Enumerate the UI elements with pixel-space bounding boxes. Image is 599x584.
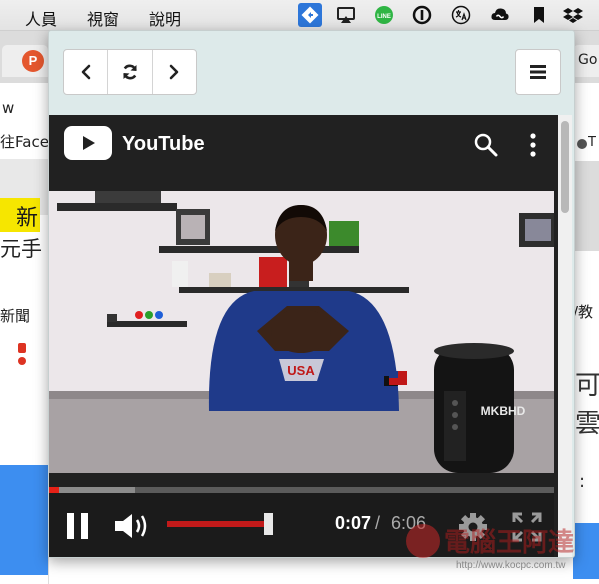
youtube-logo[interactable] xyxy=(64,126,112,160)
pixnet-icon: P xyxy=(22,50,44,72)
refresh-icon xyxy=(123,64,137,80)
watermark-brand: 電腦王阿達 xyxy=(444,528,575,558)
volume-icon xyxy=(115,514,147,538)
site-watermark: 電腦王阿達 http://www.kocpc.com.tw xyxy=(400,516,599,584)
bg-text-edu: /教 xyxy=(573,303,594,321)
popup-scrollbar[interactable] xyxy=(558,115,572,557)
airplay-icon[interactable] xyxy=(334,3,358,27)
shirt-text: USA xyxy=(287,363,315,378)
bg-right-banner xyxy=(573,161,599,251)
volume-level xyxy=(167,521,268,527)
background-tab[interactable]: P xyxy=(2,45,48,77)
menu-people[interactable]: 人員 xyxy=(25,6,57,30)
nav-button-group xyxy=(63,49,197,95)
youtube-title: YouTube xyxy=(122,133,205,155)
more-options-button[interactable] xyxy=(523,131,543,159)
bg-text-yun: 雲 xyxy=(575,409,599,439)
video-frame[interactable]: USA MKBHD xyxy=(49,191,554,473)
play-logo-icon xyxy=(83,136,95,150)
menu-window[interactable]: 視窗 xyxy=(87,6,119,30)
search-icon xyxy=(474,133,498,157)
channel-watermark: MKBHD xyxy=(481,404,526,418)
bg-text-news1: 新 xyxy=(16,206,39,231)
video-scene: USA MKBHD xyxy=(49,191,554,473)
more-vert-icon xyxy=(530,133,536,157)
menu-bar: 人員 視窗 說明 LINE xyxy=(0,0,599,31)
scrollbar-thumb[interactable] xyxy=(561,121,569,213)
bg-red-marks xyxy=(18,343,28,373)
watermark-url: http://www.kocpc.com.tw xyxy=(456,560,566,571)
bg-blue-block xyxy=(0,465,48,575)
background-page-right: T /教 可 雲 : xyxy=(573,83,599,584)
current-time: 0:07 xyxy=(335,513,372,533)
bookmark-icon[interactable] xyxy=(527,3,551,27)
bg-text-t: T xyxy=(588,135,596,150)
menu-button[interactable] xyxy=(515,49,561,95)
background-tab-right[interactable]: Go xyxy=(573,45,599,77)
youtube-page: YouTube USA MKBHD 0:07 / 6:06 xyxy=(49,115,562,557)
hamburger-menu-icon xyxy=(530,65,546,79)
1password-icon[interactable] xyxy=(410,3,434,27)
bg-text-news2: 元手 xyxy=(0,237,42,261)
reload-button[interactable] xyxy=(108,50,153,94)
watermark-logo-icon xyxy=(406,524,440,558)
chevron-right-icon xyxy=(170,64,179,80)
line-icon[interactable]: LINE xyxy=(372,3,396,27)
chevron-left-icon xyxy=(81,64,90,80)
diamond-app-icon[interactable] xyxy=(298,3,322,27)
pause-icon xyxy=(67,513,88,539)
time-separator: / xyxy=(375,513,381,533)
bg-text-ke: 可 xyxy=(575,371,599,401)
search-button[interactable] xyxy=(473,132,499,158)
bg-text-face: 往Face xyxy=(0,133,48,151)
translate-icon[interactable] xyxy=(449,3,473,27)
background-page-left: w 往Face 新 元手 新聞 xyxy=(0,83,49,584)
bg-banner-yellow: 新 xyxy=(0,198,40,232)
creative-cloud-icon[interactable] xyxy=(488,3,512,27)
bg-text-colon: : xyxy=(579,471,586,492)
bg-text-xinwen: 新聞 xyxy=(0,307,31,325)
forward-button[interactable] xyxy=(153,50,196,94)
volume-button[interactable] xyxy=(113,511,153,541)
youtube-header: YouTube xyxy=(49,115,562,173)
bg-right-dot xyxy=(577,139,587,149)
popup-browser-window: YouTube USA MKBHD 0:07 / 6:06 xyxy=(48,30,575,558)
menu-help[interactable]: 說明 xyxy=(149,6,181,30)
background-tab-text: Go xyxy=(578,52,598,68)
dropbox-icon[interactable] xyxy=(561,3,585,27)
line-label: LINE xyxy=(377,14,391,20)
volume-slider[interactable] xyxy=(167,513,273,535)
bg-text-w: w xyxy=(2,99,15,117)
volume-handle[interactable] xyxy=(263,513,273,535)
pause-button[interactable] xyxy=(65,511,91,541)
back-button[interactable] xyxy=(64,50,109,94)
